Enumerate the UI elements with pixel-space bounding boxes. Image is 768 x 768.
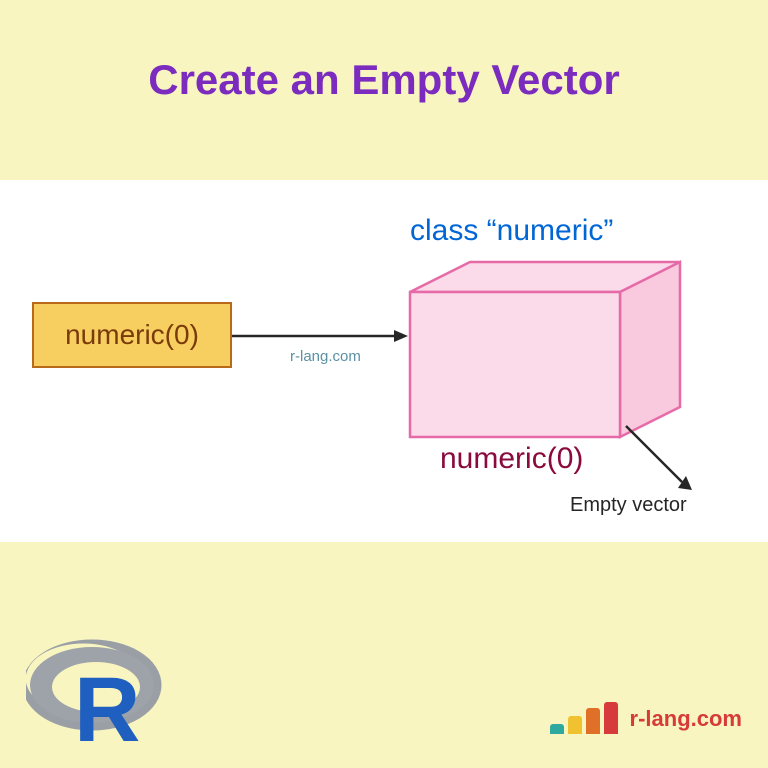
class-label: class “numeric” [410,214,613,248]
bars-icon [550,702,618,734]
brand-text: r-lang.com [630,706,742,734]
output-label: numeric(0) [440,442,583,476]
page-title: Create an Empty Vector [0,0,768,104]
r-logo-icon: R [26,639,176,754]
footer-brand: r-lang.com [550,702,742,734]
arrow-input-to-cuboid [232,326,412,346]
empty-vector-label: Empty vector [570,494,687,517]
watermark-text: r-lang.com [290,348,361,365]
svg-text:R: R [74,659,140,749]
input-code-box: numeric(0) [32,302,232,368]
diagram-panel: numeric(0) r-lang.com class “numeric” nu… [0,180,768,542]
